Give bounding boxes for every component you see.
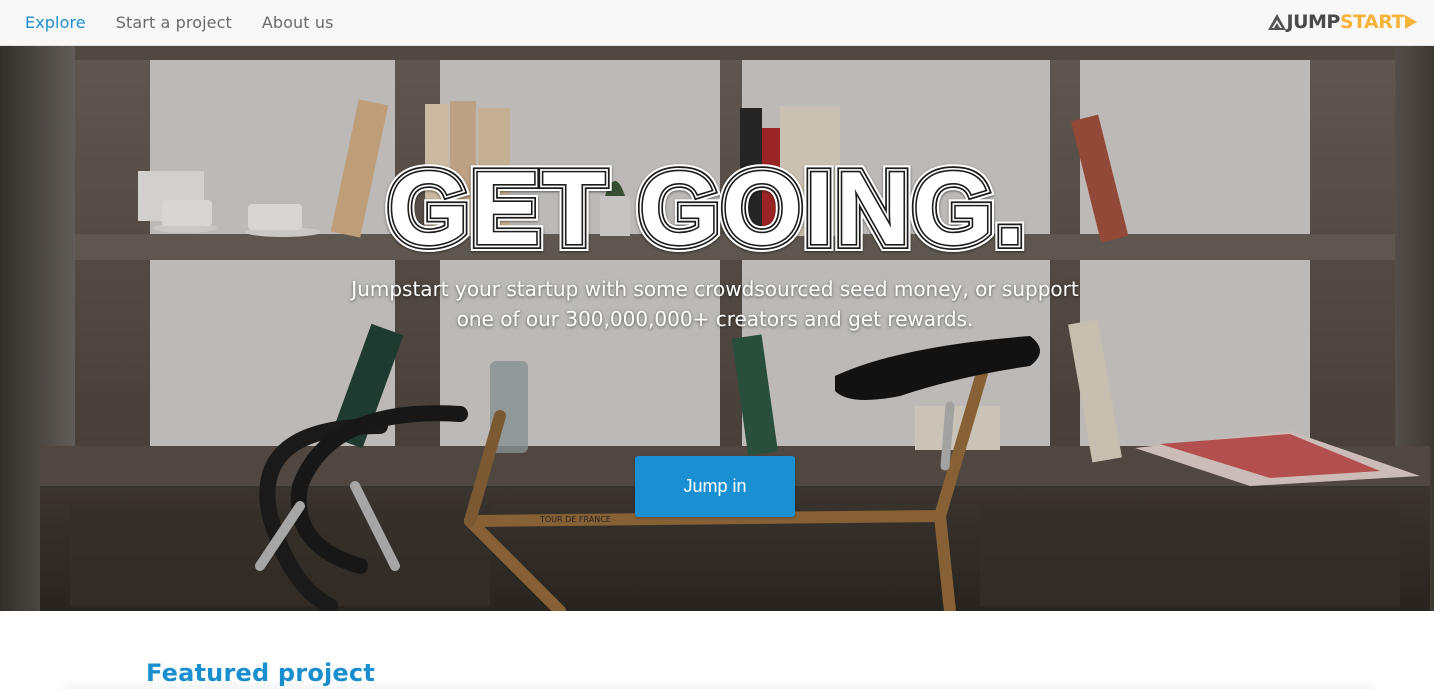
play-arrow-icon [1405,15,1417,29]
nav-link-start-a-project[interactable]: Start a project [116,13,232,32]
top-navigation: Explore Start a project About us JUMP ST… [0,0,1434,46]
logo-text-start: START [1339,11,1405,33]
logo-text-jump: JUMP [1286,11,1341,33]
featured-section: Featured project [0,611,1434,691]
hero-subtitle-line-2: one of our 300,000,000+ creators and get… [456,307,974,331]
nav-link-about-us[interactable]: About us [262,13,334,32]
featured-project-heading: Featured project [146,659,376,687]
hero-subtitle: Jumpstart your startup with some crowdso… [300,274,1130,334]
jump-in-button[interactable]: Jump in [635,456,795,517]
svg-text:GET GOING.: GET GOING. [388,151,1026,260]
hero-subtitle-line-1: Jumpstart your startup with some crowdso… [351,277,1079,301]
triangle-logo-icon [1267,14,1286,30]
hero-headline: GET GOING. GET GOING. GET GOING. GET GOI… [381,150,1031,260]
nav-link-explore[interactable]: Explore [25,13,86,32]
hero-section: TOUR DE FRANCE GET GOING. GET GOING. GET… [0,46,1434,611]
jumpstart-logo[interactable]: JUMP START [1267,11,1418,33]
